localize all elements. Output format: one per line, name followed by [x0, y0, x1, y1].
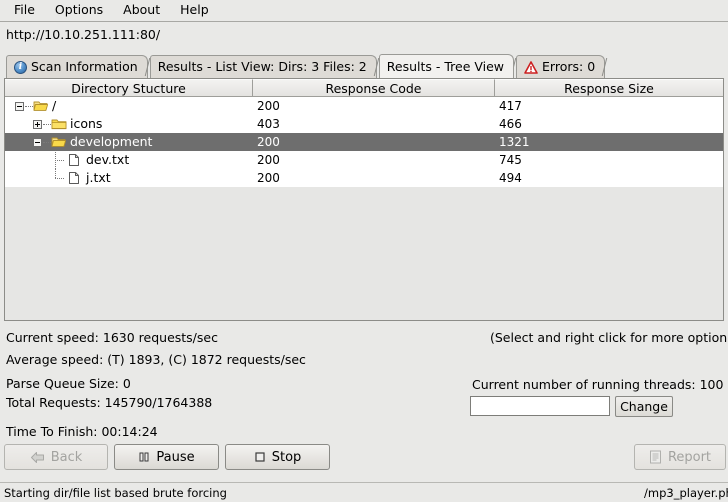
- tab-errors-label: Errors: 0: [542, 59, 596, 74]
- tab-scan-information[interactable]: i Scan Information: [6, 55, 148, 78]
- stop-button[interactable]: Stop: [225, 444, 330, 470]
- table-row[interactable]: / 200 417: [5, 97, 723, 115]
- expander-plus-icon[interactable]: [33, 119, 42, 129]
- pause-button-label: Pause: [156, 449, 195, 465]
- tab-results-tree-view[interactable]: Results - Tree View: [378, 54, 515, 78]
- tree-connector: [51, 151, 67, 169]
- right-click-hint: (Select and right click for more option: [490, 330, 728, 345]
- current-speed-text: Current speed: 1630 requests/sec: [6, 330, 218, 345]
- column-header-response-code[interactable]: Response Code: [253, 79, 495, 96]
- average-speed-text: Average speed: (T) 1893, (C) 1872 reques…: [6, 352, 306, 367]
- tab-results-list-view-label: Results - List View: Dirs: 3 Files: 2: [157, 59, 367, 74]
- back-button-label: Back: [50, 449, 83, 465]
- response-code-value: 200: [257, 135, 280, 149]
- info-icon: i: [14, 60, 27, 74]
- column-header-response-size[interactable]: Response Size: [495, 79, 723, 96]
- control-button-row: Back Pause Stop Report: [0, 444, 728, 478]
- expander-minus-icon[interactable]: [15, 101, 24, 111]
- results-tree-panel: Directory Stucture Response Code Respons…: [4, 78, 724, 321]
- menu-help[interactable]: Help: [170, 1, 219, 20]
- dirbuster-window: File Options About Help http://10.10.251…: [0, 0, 728, 502]
- tree-node-label: development: [70, 135, 153, 149]
- tree-node-root[interactable]: /: [5, 99, 253, 113]
- menu-about[interactable]: About: [113, 1, 170, 20]
- response-size-value: 494: [499, 171, 522, 185]
- folder-closed-icon: [51, 117, 67, 131]
- menu-options[interactable]: Options: [45, 1, 113, 20]
- pause-icon: [138, 451, 150, 463]
- response-code-value: 200: [257, 153, 280, 167]
- report-button[interactable]: Report: [634, 444, 726, 470]
- back-button[interactable]: Back: [4, 444, 108, 470]
- time-to-finish-text: Time To Finish: 00:14:24: [6, 424, 158, 439]
- table-row[interactable]: development 200 1321: [5, 133, 723, 151]
- file-icon: [67, 153, 83, 167]
- table-row[interactable]: icons 403 466: [5, 115, 723, 133]
- report-icon: [649, 450, 662, 464]
- file-icon: [67, 171, 83, 185]
- status-bar: Starting dir/file list based brute forci…: [0, 482, 728, 502]
- parse-queue-text: Parse Queue Size: 0: [6, 376, 131, 391]
- response-size-value: 1321: [499, 135, 530, 149]
- response-code-value: 403: [257, 117, 280, 131]
- tree-node-label: /: [52, 99, 57, 113]
- tree-connector: [43, 141, 51, 143]
- target-url-text: http://10.10.251.111:80/: [6, 26, 161, 42]
- tree-column-headers: Directory Stucture Response Code Respons…: [5, 79, 723, 97]
- back-arrow-icon: [30, 451, 45, 464]
- report-button-label: Report: [667, 449, 712, 465]
- tree-node-label: icons: [70, 117, 103, 131]
- tree-node-icons[interactable]: icons: [5, 117, 253, 131]
- running-threads-label: Current number of running threads: 100: [472, 377, 724, 392]
- expander-minus-icon[interactable]: [33, 137, 42, 147]
- stop-button-label: Stop: [271, 449, 302, 465]
- tree-node-label: dev.txt: [86, 152, 130, 167]
- tab-results-list-view[interactable]: Results - List View: Dirs: 3 Files: 2: [149, 55, 377, 78]
- thread-count-input[interactable]: [470, 396, 610, 416]
- tree-node-j-txt[interactable]: j.txt: [5, 169, 253, 187]
- menu-bar: File Options About Help: [0, 0, 728, 22]
- menu-file[interactable]: File: [4, 1, 45, 20]
- response-code-value: 200: [257, 99, 280, 113]
- total-requests-text: Total Requests: 145790/1764388: [6, 395, 213, 410]
- status-message: Starting dir/file list based brute forci…: [4, 485, 227, 500]
- tab-results-tree-view-label: Results - Tree View: [386, 58, 505, 74]
- tab-strip: i Scan Information Results - List View: …: [0, 53, 728, 78]
- tab-errors[interactable]: Errors: 0: [516, 55, 606, 78]
- table-row[interactable]: dev.txt 200 745: [5, 151, 723, 169]
- change-threads-button[interactable]: Change: [615, 396, 673, 417]
- tree-node-dev-txt[interactable]: dev.txt: [5, 151, 253, 169]
- response-size-value: 745: [499, 153, 522, 167]
- tree-connector: [25, 105, 33, 107]
- table-row[interactable]: j.txt 200 494: [5, 169, 723, 187]
- stop-icon: [254, 451, 266, 463]
- tree-connector: [43, 123, 51, 125]
- pause-button[interactable]: Pause: [114, 444, 219, 470]
- tree-connector: [51, 169, 67, 187]
- column-header-directory-structure[interactable]: Directory Stucture: [5, 79, 253, 96]
- tree-node-development[interactable]: development: [5, 135, 253, 149]
- tree-node-label: j.txt: [86, 170, 111, 185]
- folder-open-icon: [33, 99, 49, 113]
- tree-body: / 200 417 icons 403 466 development 200 …: [5, 97, 723, 320]
- response-size-value: 466: [499, 117, 522, 131]
- status-current-path: /mp3_player.ph: [644, 485, 728, 500]
- target-url-bar: http://10.10.251.111:80/: [0, 23, 728, 45]
- tab-scan-information-label: Scan Information: [31, 59, 138, 74]
- response-code-value: 200: [257, 171, 280, 185]
- folder-open-icon: [51, 135, 67, 149]
- warning-icon: [524, 60, 538, 74]
- response-size-value: 417: [499, 99, 522, 113]
